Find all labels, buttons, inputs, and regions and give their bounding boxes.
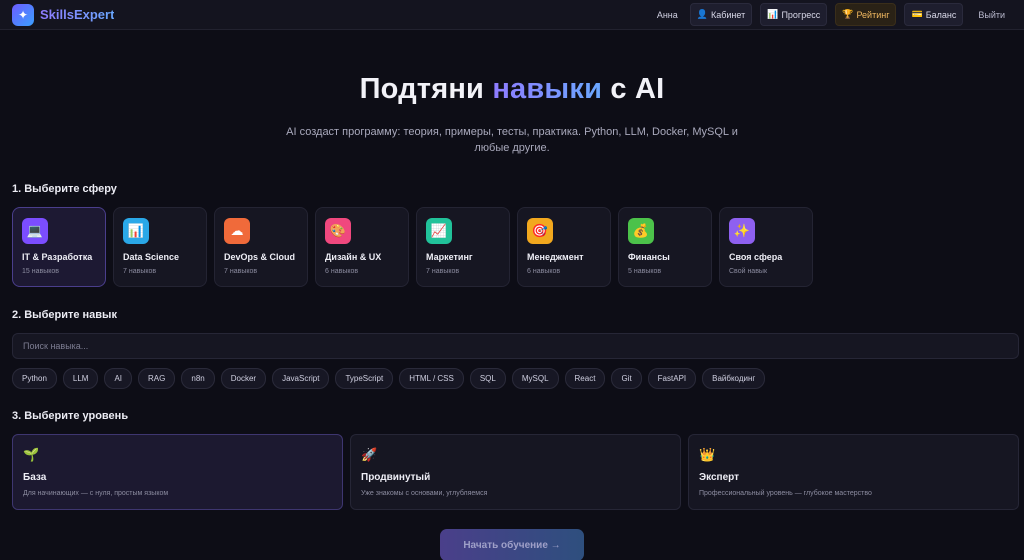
top-navbar: ✦ SkillsExpert Анна 👤 Кабинет 📊 Прогресс…: [0, 0, 1024, 30]
trend-up-icon: 📈: [426, 218, 452, 244]
sphere-name: Менеджмент: [527, 252, 584, 262]
sphere-card-marketing[interactable]: 📈 Маркетинг 7 навыков: [416, 207, 510, 287]
laptop-icon: 💻: [22, 218, 48, 244]
sphere-card-it[interactable]: 💻 IT & Разработка 15 навыков: [12, 207, 106, 287]
nav-progress-label: Прогресс: [781, 9, 821, 20]
skill-chip[interactable]: LLM: [62, 368, 99, 389]
logo[interactable]: ✦ SkillsExpert: [12, 3, 115, 26]
skill-chip[interactable]: Git: [611, 368, 642, 389]
crown-icon: 👑: [699, 447, 716, 462]
sphere-name: IT & Разработка: [22, 252, 93, 262]
sphere-count: 7 навыков: [224, 268, 258, 275]
sphere-card-data-science[interactable]: 📊 Data Science 7 навыков: [113, 207, 207, 287]
skill-chip[interactable]: SQL: [469, 368, 506, 389]
skill-chip[interactable]: AI: [104, 368, 133, 389]
sphere-name: Финансы: [628, 252, 670, 262]
sphere-count: 7 навыков: [426, 268, 460, 275]
level-list: 🌱 База Для начинающих — с нуля, простым …: [12, 434, 1019, 510]
sphere-card-custom[interactable]: ✨ Своя сфера Свой навык: [719, 207, 813, 287]
level-description: Уже знакомы с основами, углубляемся: [361, 490, 488, 497]
sphere-count: 7 навыков: [123, 268, 157, 275]
palette-icon: 🎨: [325, 218, 351, 244]
nav-rating-button[interactable]: 🏆 Рейтинг: [835, 3, 897, 26]
level-card-basic[interactable]: 🌱 База Для начинающих — с нуля, простым …: [12, 434, 343, 510]
skill-chip[interactable]: n8n: [181, 368, 215, 389]
target-icon: 🎯: [527, 218, 553, 244]
level-description: Для начинающих — с нуля, простым языком: [23, 490, 169, 497]
logout-button[interactable]: Выйти: [971, 4, 1012, 26]
sphere-card-design[interactable]: 🎨 Дизайн & UX 6 навыков: [315, 207, 409, 287]
app-name: SkillsExpert: [40, 7, 115, 22]
sphere-count: 6 навыков: [527, 268, 561, 275]
skill-search: [12, 333, 1019, 359]
level-name: База: [23, 472, 47, 483]
sphere-count: 15 навыков: [22, 268, 59, 275]
skill-chip[interactable]: Вайбкодинг: [702, 368, 766, 389]
chart-icon: 📊: [767, 9, 779, 19]
skill-chip[interactable]: Docker: [220, 368, 267, 389]
hero: Подтяни навыки с AI AI создаст программу…: [0, 73, 1024, 156]
rocket-icon: 🚀: [361, 447, 378, 462]
sphere-name: Маркетинг: [426, 252, 473, 262]
skill-chip[interactable]: JavaScript: [272, 368, 330, 389]
hero-subtitle: AI создаст программу: теория, примеры, т…: [286, 126, 738, 154]
level-card-expert[interactable]: 👑 Эксперт Профессиональный уровень — глу…: [688, 434, 1019, 510]
level-name: Продвинутый: [361, 472, 431, 483]
main-nav: Анна 👤 Кабинет 📊 Прогресс 🏆 Рейтинг 💳 Ба…: [657, 3, 1012, 26]
money-bag-icon: 💰: [628, 218, 654, 244]
sphere-card-management[interactable]: 🎯 Менеджмент 6 навыков: [517, 207, 611, 287]
level-name: Эксперт: [699, 472, 740, 483]
step3-title: 3. Выберите уровень: [12, 410, 129, 422]
cloud-icon: ☁: [224, 218, 250, 244]
start-learning-button[interactable]: Начать обучение →: [440, 529, 584, 560]
card-icon: 💳: [911, 9, 923, 19]
sphere-name: Data Science: [123, 252, 180, 262]
sphere-name: DevOps & Cloud: [224, 252, 296, 262]
cta-container: Начать обучение →: [0, 529, 1024, 560]
skill-chip-list: Python LLM AI RAG n8n Docker JavaScript …: [12, 368, 1024, 389]
skill-chip[interactable]: HTML / CSS: [399, 368, 464, 389]
sparkle-icon: ✦: [12, 3, 34, 26]
skill-chip[interactable]: TypeScript: [335, 368, 394, 389]
sphere-card-finance[interactable]: 💰 Финансы 5 навыков: [618, 207, 712, 287]
sphere-count: 6 навыков: [325, 268, 359, 275]
nav-progress-button[interactable]: 📊 Прогресс: [760, 3, 828, 26]
sphere-card-devops[interactable]: ☁ DevOps & Cloud 7 навыков: [214, 207, 308, 287]
nav-rating-label: Рейтинг: [856, 9, 890, 20]
bar-chart-icon: 📊: [123, 218, 149, 244]
sphere-name: Дизайн & UX: [325, 252, 382, 262]
sphere-name: Своя сфера: [729, 252, 783, 262]
user-name: Анна: [656, 9, 678, 20]
skill-search-input[interactable]: [23, 341, 1008, 351]
level-description: Профессиональный уровень — глубокое маст…: [699, 490, 872, 497]
nav-cabinet-label: Кабинет: [710, 9, 746, 20]
level-card-advanced[interactable]: 🚀 Продвинутый Уже знакомы с основами, уг…: [350, 434, 681, 510]
nav-balance-label: Баланс: [925, 9, 957, 20]
skill-chip[interactable]: Python: [12, 368, 57, 389]
sparkles-icon: ✨: [729, 218, 755, 244]
skill-chip[interactable]: MySQL: [511, 368, 559, 389]
sphere-count: Свой навык: [729, 268, 768, 275]
nav-balance-button[interactable]: 💳 Баланс: [904, 3, 964, 26]
skill-chip[interactable]: React: [564, 368, 606, 389]
nav-cabinet-button[interactable]: 👤 Кабинет: [689, 3, 753, 26]
sphere-count: 5 навыков: [628, 268, 662, 275]
trophy-icon: 🏆: [842, 9, 854, 19]
page-title: Подтяни навыки с AI: [359, 73, 665, 105]
skill-chip[interactable]: FastAPI: [647, 368, 697, 389]
seedling-icon: 🌱: [23, 447, 40, 462]
sphere-list: 💻 IT & Разработка 15 навыков 📊 Data Scie…: [12, 207, 1024, 287]
step1-title: 1. Выберите сферу: [12, 183, 117, 195]
step2-title: 2. Выберите навык: [12, 309, 117, 321]
skill-chip[interactable]: RAG: [138, 368, 176, 389]
user-icon: 👤: [696, 9, 708, 19]
